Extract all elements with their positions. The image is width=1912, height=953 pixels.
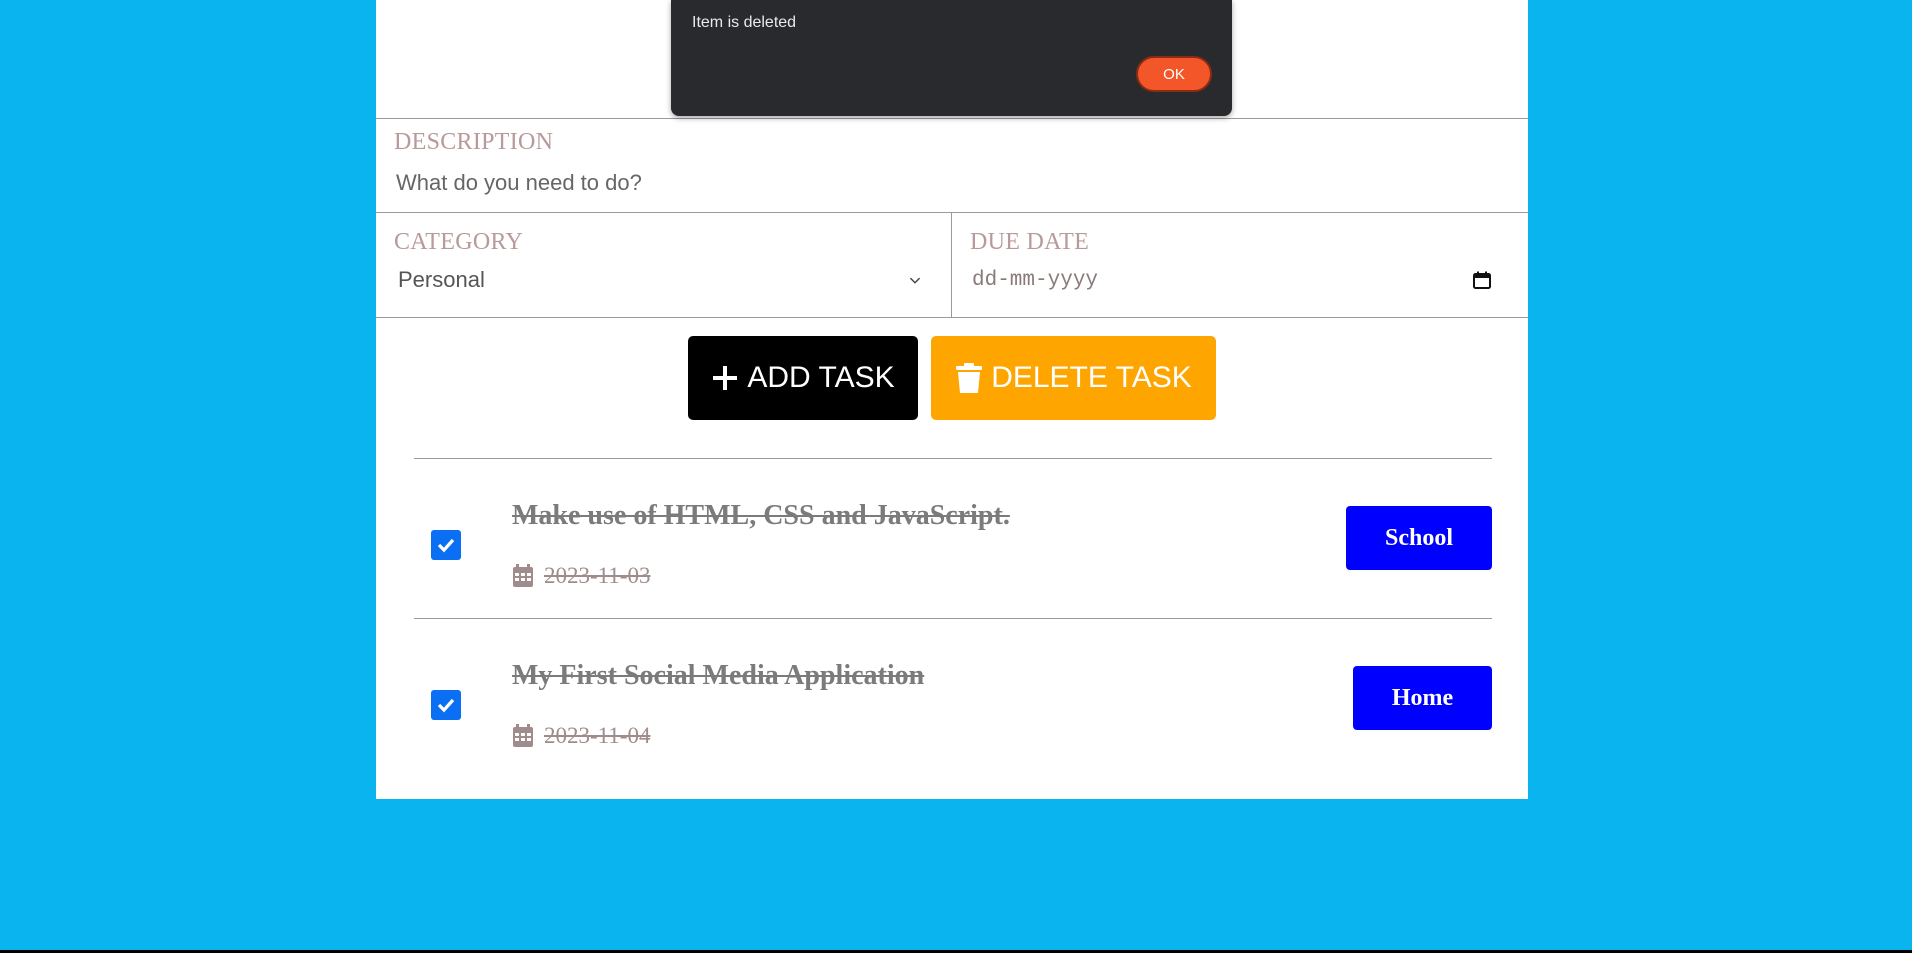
- task-date-row: 2023-11-04: [512, 723, 650, 749]
- category-label: CATEGORY: [394, 229, 524, 255]
- category-column: CATEGORY Personal: [376, 212, 952, 317]
- ok-button[interactable]: OK: [1136, 56, 1212, 92]
- description-input[interactable]: [396, 167, 1496, 199]
- add-task-button[interactable]: ADD TASK: [688, 336, 918, 420]
- due-date-label: DUE DATE: [970, 229, 1090, 255]
- category-select-value: Personal: [398, 267, 485, 292]
- delete-task-label: DELETE TASK: [991, 361, 1192, 394]
- task-checkbox[interactable]: [431, 690, 461, 720]
- trash-icon: [956, 363, 983, 393]
- task-date: 2023-11-03: [544, 563, 651, 588]
- category-select[interactable]: Personal: [398, 264, 926, 296]
- due-date-column: DUE DATE dd-mm-yyyy: [952, 212, 1528, 317]
- category-badge[interactable]: Home: [1353, 666, 1492, 730]
- due-date-input[interactable]: dd-mm-yyyy: [972, 264, 1492, 296]
- task-item: My First Social Media Application 2023-1…: [414, 619, 1492, 769]
- add-task-label: ADD TASK: [747, 361, 895, 394]
- due-date-placeholder: dd-mm-yyyy: [972, 268, 1099, 292]
- plus-icon: [713, 366, 738, 390]
- category-badge[interactable]: School: [1346, 506, 1492, 570]
- delete-task-button[interactable]: DELETE TASK: [931, 336, 1216, 420]
- task-date: 2023-11-04: [544, 723, 651, 748]
- task-item: Make use of HTML, CSS and JavaScript. 20…: [414, 459, 1492, 609]
- description-label: DESCRIPTION: [394, 129, 554, 155]
- checkmark-icon: [437, 698, 455, 713]
- calendar-icon[interactable]: [1472, 270, 1492, 290]
- task-checkbox[interactable]: [431, 530, 461, 560]
- category-due-row: CATEGORY Personal DUE DATE dd-mm-yyyy: [376, 212, 1528, 318]
- chevron-down-icon: [909, 277, 921, 284]
- task-date-row: 2023-11-03: [512, 563, 650, 589]
- calendar-icon: [513, 724, 533, 747]
- task-title: Make use of HTML, CSS and JavaScript.: [512, 500, 1010, 531]
- calendar-icon: [513, 564, 533, 587]
- description-row: DESCRIPTION: [376, 118, 1528, 213]
- task-title: My First Social Media Application: [512, 660, 925, 691]
- alert-dialog: Item is deleted OK: [671, 0, 1232, 116]
- alert-message: Item is deleted: [692, 14, 797, 31]
- todo-card: DESCRIPTION CATEGORY Personal DUE DATE d…: [376, 0, 1528, 799]
- checkmark-icon: [437, 538, 455, 553]
